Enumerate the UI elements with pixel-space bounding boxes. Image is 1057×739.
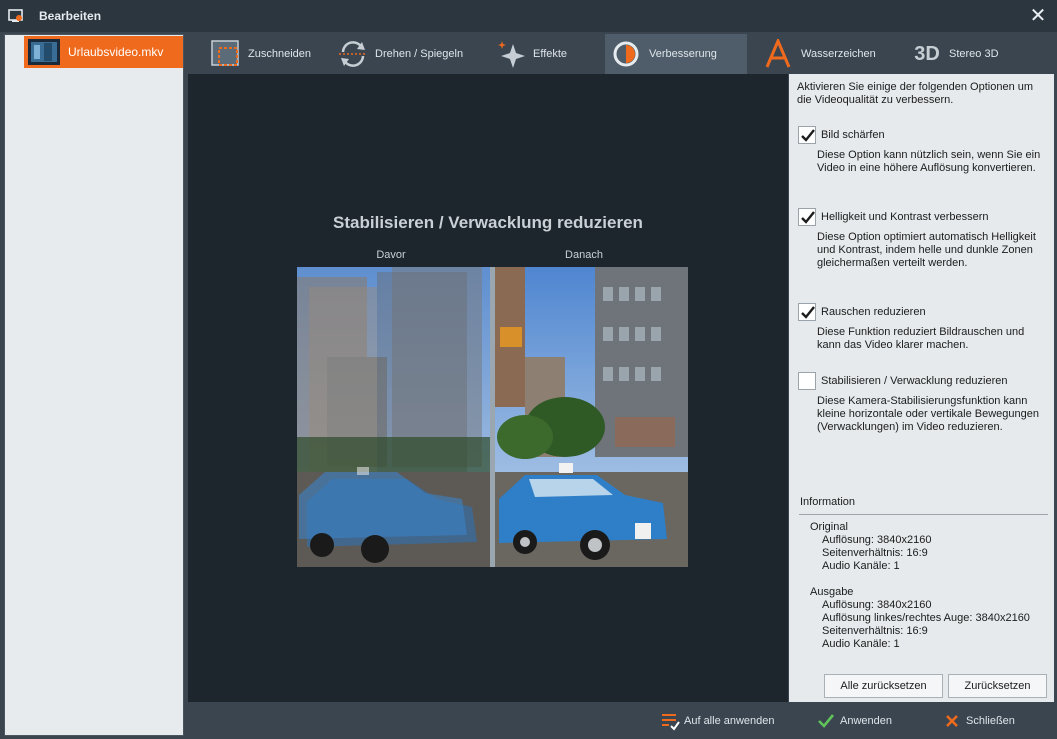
tab-effekte[interactable]: Effekte [489,34,599,74]
before-image [297,267,490,567]
tab-verbesserung[interactable]: Verbesserung [605,34,747,74]
tab-label: Drehen / Spiegeln [375,48,464,60]
contrast-icon [609,39,645,69]
options-intro: Aktivieren Sie einige der folgenden Opti… [797,81,1034,106]
checkmark-icon [801,306,815,319]
option-label: Rauschen reduzieren [821,306,926,318]
file-list: Urlaubsvideo.mkv [4,34,184,736]
after-image [495,267,688,567]
rotate-icon [335,39,371,69]
option-description: Diese Option kann nützlich sein, wenn Si… [817,149,1041,174]
checkmark-icon [816,711,836,731]
tab-label: Wasserzeichen [801,48,876,60]
close-window-icon[interactable]: ✕ [1027,5,1049,27]
option-label: Helligkeit und Kontrast verbessern [821,211,989,223]
noise-reduction-checkbox[interactable] [798,303,816,321]
brightness-contrast-checkbox[interactable] [798,208,816,226]
option-description: Diese Kamera-Stabilisierungsfunktion kan… [817,395,1039,433]
bottom-bar: Auf alle anwenden Anwenden Schließen [188,702,1057,739]
option-description: Diese Funktion reduziert Bildrauschen un… [817,326,1025,351]
apply-label: Anwenden [840,714,892,727]
sharpen-checkbox[interactable] [798,126,816,144]
output-audio: Audio Kanäle: 1 [822,638,900,650]
reset-all-button[interactable]: Alle zurücksetzen [824,674,943,698]
watermark-icon [761,39,797,69]
close-icon [942,711,962,731]
sparkle-icon [493,39,529,69]
preview-area: Stabilisieren / Verwacklung reduzieren D… [188,74,788,702]
options-panel: Aktivieren Sie einige der folgenden Opti… [789,74,1054,702]
output-resolution: Auflösung: 3840x2160 [822,599,932,611]
apply-button[interactable]: Anwenden [816,702,892,739]
output-heading: Ausgabe [810,586,854,598]
output-eye-resolution: Auflösung linkes/rechtes Auge: 3840x2160 [822,612,1030,624]
option-label: Stabilisieren / Verwacklung reduzieren [821,375,1008,387]
original-heading: Original [810,521,848,533]
apply-all-label: Auf alle anwenden [684,714,775,727]
original-resolution: Auflösung: 3840x2160 [822,534,932,546]
tab-stereo-3d[interactable]: 3D Stereo 3D [905,34,1005,74]
file-item[interactable]: Urlaubsvideo.mkv [24,36,183,68]
apply-all-button[interactable]: Auf alle anwenden [660,702,775,739]
before-label: Davor [376,249,406,261]
divider [799,514,1048,515]
window-title: Bearbeiten [39,9,102,23]
tab-zuschneiden[interactable]: Zuschneiden [204,34,327,74]
information-heading: Information [800,496,856,508]
checkmark-icon [801,211,815,224]
stereo-3d-icon: 3D [914,42,940,65]
crop-icon [208,39,244,69]
option-description: Diese Option optimiert automatisch Helli… [817,231,1036,269]
original-aspect: Seitenverhältnis: 16:9 [822,547,928,559]
close-button[interactable]: Schließen [942,702,1015,739]
tab-label: Stereo 3D [949,48,999,60]
tool-tabs: Zuschneiden Drehen / Spiegeln Effekte Ve… [188,34,1057,74]
after-label: Danach [565,249,603,261]
option-label: Bild schärfen [821,129,885,141]
app-icon [8,9,23,22]
checkmark-icon [801,129,815,142]
stabilize-checkbox[interactable] [798,372,816,390]
close-label: Schließen [966,714,1015,727]
video-thumbnail [28,39,60,65]
reset-button[interactable]: Zurücksetzen [948,674,1047,698]
title-bar: Bearbeiten ✕ [0,0,1057,32]
tab-wasserzeichen[interactable]: Wasserzeichen [757,34,887,74]
file-name: Urlaubsvideo.mkv [68,45,164,59]
tab-label: Effekte [533,48,568,60]
tab-drehen-spiegeln[interactable]: Drehen / Spiegeln [331,34,485,74]
tab-label: Verbesserung [649,48,717,60]
output-aspect: Seitenverhältnis: 16:9 [822,625,928,637]
preview-title: Stabilisieren / Verwacklung reduzieren [333,213,643,232]
apply-all-icon [660,711,680,731]
tab-label: Zuschneiden [248,48,311,60]
original-audio: Audio Kanäle: 1 [822,560,900,572]
